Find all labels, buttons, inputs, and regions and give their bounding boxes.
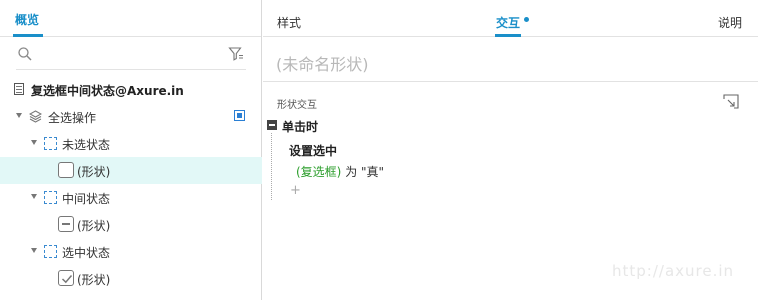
collapse-caret-icon[interactable] xyxy=(31,140,37,145)
expand-interactions-icon[interactable] xyxy=(723,94,739,109)
inspector-tabbar: 样式 交互 说明 xyxy=(263,0,758,37)
tree-row-state-middle[interactable]: 中间状态 xyxy=(0,184,262,211)
tab-outline-indicator xyxy=(13,34,43,37)
action-target: (复选框) xyxy=(296,165,342,179)
collapse-caret-icon[interactable] xyxy=(31,248,37,253)
interactions-indicator-dot xyxy=(524,17,529,22)
dynamic-panel-state-icon xyxy=(44,245,57,258)
page-icon xyxy=(14,83,24,95)
tree-row-shape-unchecked[interactable]: (形状) xyxy=(0,157,262,184)
widget-name-placeholder: (未命名形状) xyxy=(276,55,369,74)
tree-label-state-checked: 选中状态 xyxy=(62,246,111,260)
tree-row-group[interactable]: 全选操作 xyxy=(0,103,262,130)
tree-label-page: 复选框中间状态@Axure.in xyxy=(31,84,184,98)
search-icon[interactable] xyxy=(17,46,33,62)
checkbox-indeterminate-icon xyxy=(58,216,74,232)
collapse-caret-icon[interactable] xyxy=(31,194,37,199)
tab-style[interactable]: 样式 xyxy=(277,14,301,31)
add-action-button[interactable]: + xyxy=(290,183,301,198)
tree-label-state-middle: 中间状态 xyxy=(62,192,111,206)
checkbox-checked-icon xyxy=(58,270,74,286)
dynamic-panel-state-icon xyxy=(44,191,57,204)
tree-label-shape: (形状) xyxy=(77,165,111,179)
checkbox-unchecked-icon xyxy=(58,162,74,178)
widget-name-field[interactable]: (未命名形状) xyxy=(263,38,758,82)
filter-icon[interactable] xyxy=(228,46,244,62)
collapse-caret-icon[interactable] xyxy=(16,113,22,118)
event-tree-line xyxy=(271,133,272,200)
search-row[interactable] xyxy=(0,38,262,72)
tree-row-page[interactable]: 复选框中间状态@Axure.in xyxy=(0,76,262,103)
tree-label-shape: (形状) xyxy=(77,219,111,233)
tree-row-shape-middle[interactable]: (形状) xyxy=(0,211,262,238)
tab-notes[interactable]: 说明 xyxy=(718,14,742,31)
outline-tabbar: 概览 xyxy=(0,0,261,37)
visibility-toggle-icon[interactable] xyxy=(234,110,245,121)
action-detail[interactable]: (复选框) 为 "真" xyxy=(296,163,384,180)
section-title: 形状交互 xyxy=(277,100,317,111)
event-onclick[interactable]: 单击时 xyxy=(282,118,318,135)
tree-row-state-checked[interactable]: 选中状态 xyxy=(0,238,262,265)
tree-row-shape-checked[interactable]: (形状) xyxy=(0,265,262,292)
collapse-event-icon[interactable] xyxy=(267,120,277,130)
tab-interactions-indicator xyxy=(495,34,521,37)
outline-tree: 复选框中间状态@Axure.in 全选操作 未选状态 (形状) 中间状态 (形状… xyxy=(0,76,262,292)
search-underline xyxy=(16,69,246,70)
tab-interactions[interactable]: 交互 xyxy=(496,14,520,31)
tab-outline[interactable]: 概览 xyxy=(15,11,39,28)
layers-icon xyxy=(29,110,42,123)
tree-label-state-unchecked: 未选状态 xyxy=(62,138,111,152)
action-value: 为 "真" xyxy=(341,165,385,179)
tree-row-state-unchecked[interactable]: 未选状态 xyxy=(0,130,262,157)
dynamic-panel-state-icon xyxy=(44,137,57,150)
watermark: http://axure.in xyxy=(612,262,735,280)
inspector-panel: 样式 交互 说明 (未命名形状) 形状交互 单击时 设置选中 (复选框) 为 "… xyxy=(263,0,758,300)
action-set-selected[interactable]: 设置选中 xyxy=(289,142,337,159)
tree-label-shape: (形状) xyxy=(77,273,111,287)
outline-panel: 概览 复选框中间状态@Axure.in 全选操作 未选状态 (形状) 中间状态 … xyxy=(0,0,262,300)
tree-label-group: 全选操作 xyxy=(48,111,97,125)
